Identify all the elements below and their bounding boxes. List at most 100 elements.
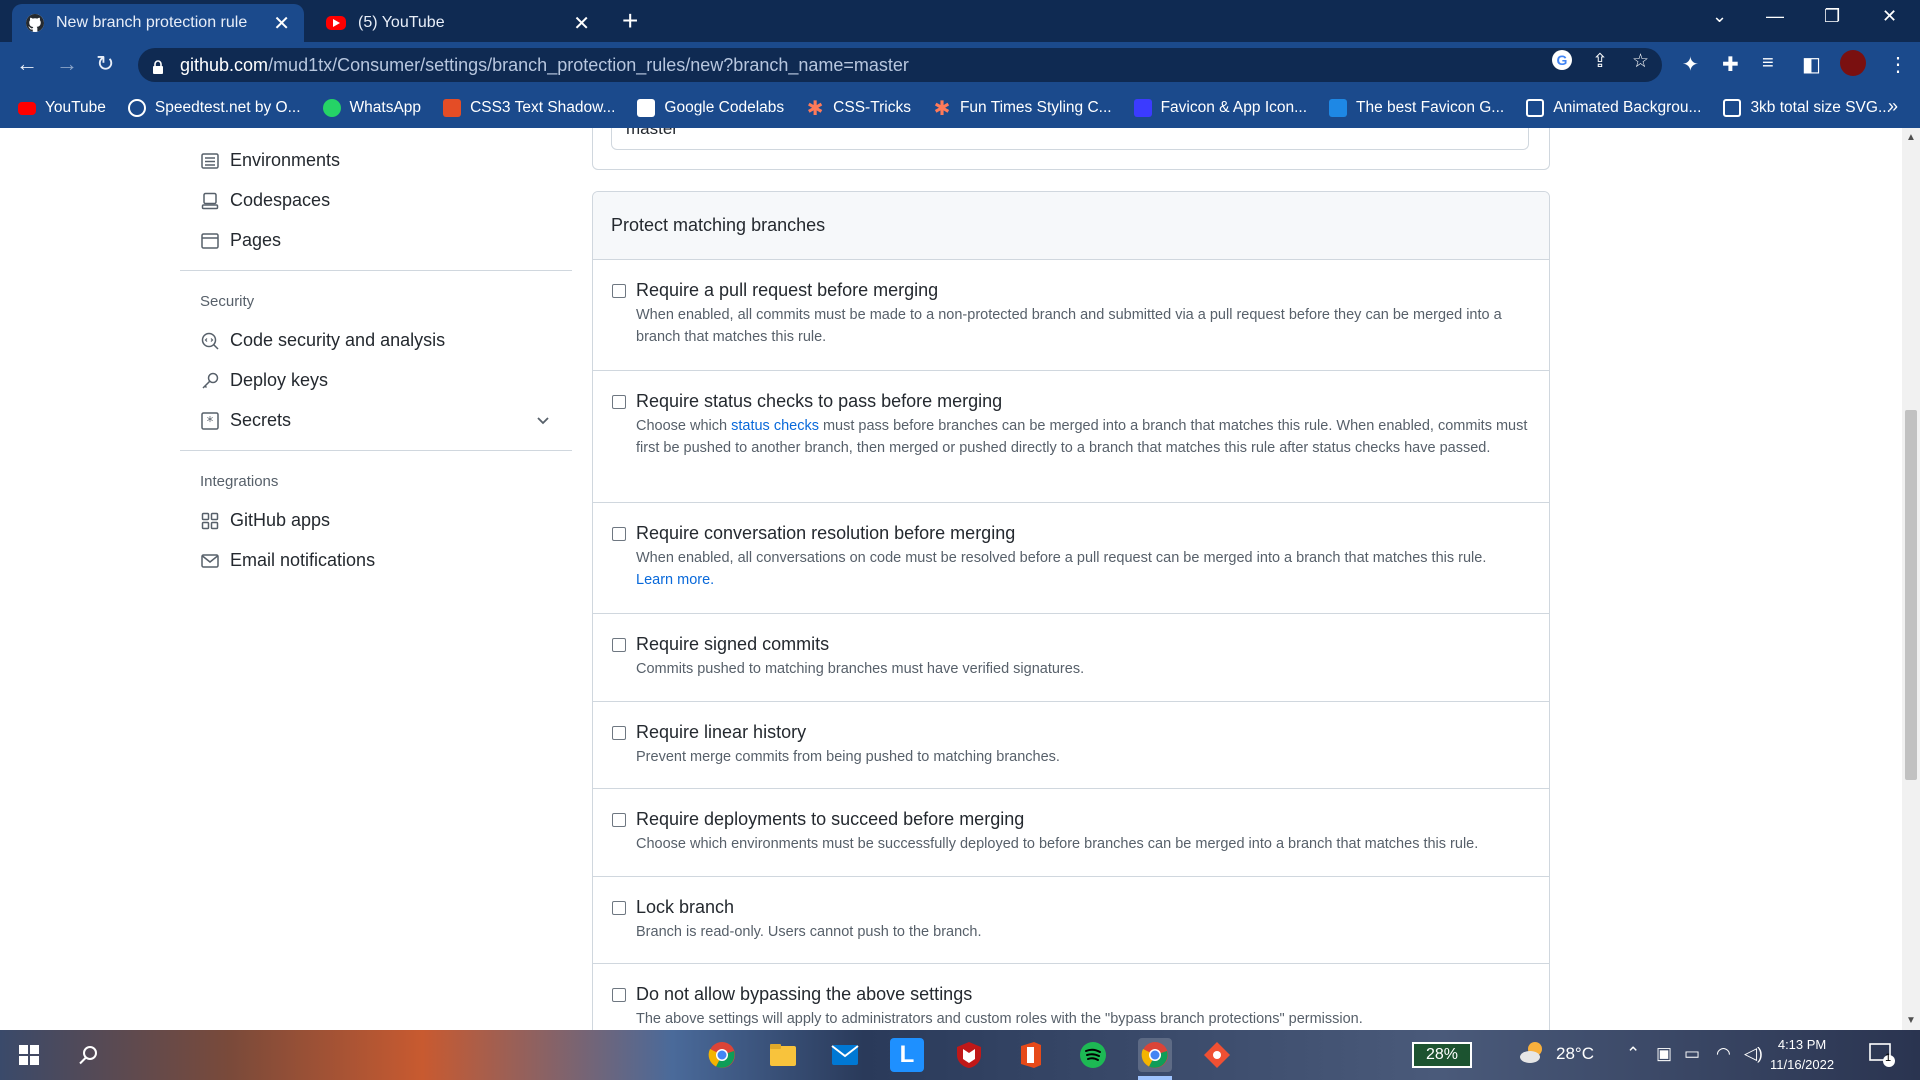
- notifications-icon[interactable]: 1: [1868, 1040, 1896, 1073]
- extension-icon[interactable]: ✦: [1682, 52, 1699, 77]
- restore-button[interactable]: ❐: [1824, 6, 1840, 27]
- tab-search-icon[interactable]: ⌄: [1712, 6, 1727, 27]
- bookmark-funtimes[interactable]: ✱ Fun Times Styling C...: [933, 97, 1112, 120]
- sidebar-item-codespaces[interactable]: Codespaces: [200, 190, 330, 211]
- scroll-up-arrow-icon[interactable]: ▲: [1906, 132, 1916, 143]
- checkbox[interactable]: [612, 638, 626, 652]
- menu-kebab-icon[interactable]: ⋮: [1888, 52, 1908, 77]
- checkbox[interactable]: [612, 527, 626, 541]
- sidebar-item-deploy-keys[interactable]: Deploy keys: [200, 370, 328, 391]
- branch-name-pattern-input[interactable]: master: [611, 128, 1529, 150]
- checkbox[interactable]: [612, 284, 626, 298]
- scrollbar-thumb[interactable]: [1905, 410, 1917, 780]
- mail-icon[interactable]: [828, 1038, 862, 1072]
- rule-do-not-allow-bypass: Do not allow bypassing the above setting…: [593, 964, 1549, 1030]
- new-tab-button[interactable]: +: [622, 6, 638, 36]
- checkbox[interactable]: [612, 726, 626, 740]
- media-control-icon[interactable]: ≡: [1762, 52, 1774, 75]
- sidebar-divider: [180, 270, 572, 271]
- chrome-active-icon[interactable]: [1138, 1038, 1172, 1072]
- address-bar[interactable]: github.com/mud1tx/Consumer/settings/bran…: [138, 48, 1662, 82]
- csstricks-icon: ✱: [806, 97, 824, 120]
- back-button[interactable]: ←: [16, 51, 38, 77]
- sidebar-item-github-apps[interactable]: GitHub apps: [200, 510, 330, 531]
- sidebar-item-secrets[interactable]: * Secrets: [200, 410, 572, 431]
- sidebar-item-environments[interactable]: Environments: [200, 150, 340, 171]
- side-panel-icon[interactable]: ◧: [1802, 52, 1821, 77]
- share-icon[interactable]: ⇪: [1592, 50, 1608, 73]
- browser-tab-strip: New branch protection rule ✕ (5) YouTube…: [0, 0, 1920, 42]
- weather-icon[interactable]: [1518, 1038, 1548, 1073]
- volume-icon[interactable]: ◁): [1744, 1044, 1763, 1064]
- secrets-icon: *: [200, 411, 220, 431]
- checkbox[interactable]: [612, 901, 626, 915]
- page-scrollbar[interactable]: ▲ ▼: [1902, 128, 1920, 1030]
- office-icon[interactable]: [1014, 1038, 1048, 1072]
- show-hidden-icons-icon[interactable]: ⌃: [1626, 1044, 1640, 1064]
- status-checks-link[interactable]: status checks: [731, 418, 819, 434]
- reload-button[interactable]: ↻: [96, 51, 114, 77]
- search-icon[interactable]: [72, 1038, 106, 1072]
- learn-more-link[interactable]: Learn more.: [636, 572, 714, 588]
- sidebar-item-email-notifications[interactable]: Email notifications: [200, 550, 375, 571]
- file-explorer-icon[interactable]: [766, 1038, 800, 1072]
- bookmark-animated-bg[interactable]: Animated Backgrou...: [1526, 99, 1701, 117]
- spotify-icon[interactable]: [1076, 1038, 1110, 1072]
- github-icon: [26, 14, 44, 32]
- profile-avatar[interactable]: [1840, 50, 1866, 76]
- forward-button[interactable]: →: [56, 51, 78, 77]
- rule-title: Do not allow bypassing the above setting…: [636, 984, 973, 1004]
- tab-github[interactable]: New branch protection rule ✕: [12, 4, 304, 42]
- rule-description: The above settings will apply to adminis…: [636, 1011, 1363, 1027]
- mail-icon: [200, 551, 220, 571]
- git-kraken-icon[interactable]: [1200, 1038, 1234, 1072]
- bookmark-csstricks[interactable]: ✱ CSS-Tricks: [806, 97, 911, 120]
- codespaces-icon: [200, 191, 220, 211]
- scroll-down-arrow-icon[interactable]: ▼: [1906, 1015, 1916, 1026]
- close-window-button[interactable]: ✕: [1882, 6, 1897, 27]
- bookmark-codelabs[interactable]: Google Codelabs: [637, 99, 784, 117]
- bookmark-whatsapp[interactable]: WhatsApp: [322, 99, 421, 117]
- checkbox[interactable]: [612, 395, 626, 409]
- branch-pattern-box: master: [592, 128, 1550, 170]
- device-icon[interactable]: ▣: [1656, 1044, 1672, 1064]
- bookmark-css3[interactable]: CSS3 Text Shadow...: [443, 99, 615, 117]
- google-icon[interactable]: G: [1552, 50, 1572, 76]
- weather-temperature[interactable]: 28°C: [1556, 1044, 1594, 1064]
- checkbox[interactable]: [612, 813, 626, 827]
- wifi-icon[interactable]: ◠: [1716, 1044, 1731, 1064]
- chevron-down-icon[interactable]: [536, 413, 550, 429]
- rule-description: Choose which environments must be succes…: [636, 836, 1479, 852]
- funtimes-icon: ✱: [933, 97, 951, 120]
- notification-count: 1: [1885, 1052, 1892, 1064]
- bookmark-speedtest[interactable]: Speedtest.net by O...: [127, 99, 301, 117]
- bookmarks-overflow-icon[interactable]: »: [1888, 96, 1898, 117]
- close-tab-icon[interactable]: ✕: [573, 11, 590, 36]
- rule-title: Require a pull request before merging: [636, 280, 939, 300]
- windows-start-icon[interactable]: [12, 1038, 46, 1072]
- battery-tray-icon[interactable]: ▭: [1684, 1044, 1700, 1064]
- close-tab-icon[interactable]: ✕: [273, 11, 290, 36]
- bookmark-favicon-gen[interactable]: The best Favicon G...: [1329, 99, 1504, 117]
- lock-icon: [152, 58, 164, 74]
- mcafee-icon[interactable]: [952, 1038, 986, 1072]
- bookmark-youtube[interactable]: YouTube: [18, 99, 106, 117]
- extensions-puzzle-icon[interactable]: ✚: [1722, 52, 1739, 77]
- bookmark-star-icon[interactable]: ☆: [1632, 50, 1649, 73]
- tab-youtube[interactable]: (5) YouTube ✕: [312, 4, 604, 42]
- svg-text:G: G: [1557, 52, 1568, 68]
- chrome-icon[interactable]: [705, 1038, 739, 1072]
- rule-require-pull-request: Require a pull request before merging Wh…: [593, 260, 1549, 371]
- sidebar-item-code-security[interactable]: Code security and analysis: [200, 330, 445, 351]
- system-clock[interactable]: 4:13 PM 11/16/2022: [1770, 1035, 1834, 1075]
- minimize-button[interactable]: —: [1766, 6, 1784, 27]
- launcher-l-icon[interactable]: L: [890, 1038, 924, 1072]
- bookmark-favicon-app[interactable]: Favicon & App Icon...: [1133, 99, 1307, 117]
- battery-indicator[interactable]: 28%: [1412, 1042, 1472, 1068]
- checkbox[interactable]: [612, 988, 626, 1002]
- sidebar-item-pages[interactable]: Pages: [200, 230, 281, 251]
- bookmark-3kb-svg[interactable]: 3kb total size SVG...: [1723, 99, 1891, 117]
- css3-icon: [443, 99, 462, 117]
- rule-require-conversation-resolution: Require conversation resolution before m…: [593, 503, 1549, 614]
- codelabs-icon: [637, 99, 656, 117]
